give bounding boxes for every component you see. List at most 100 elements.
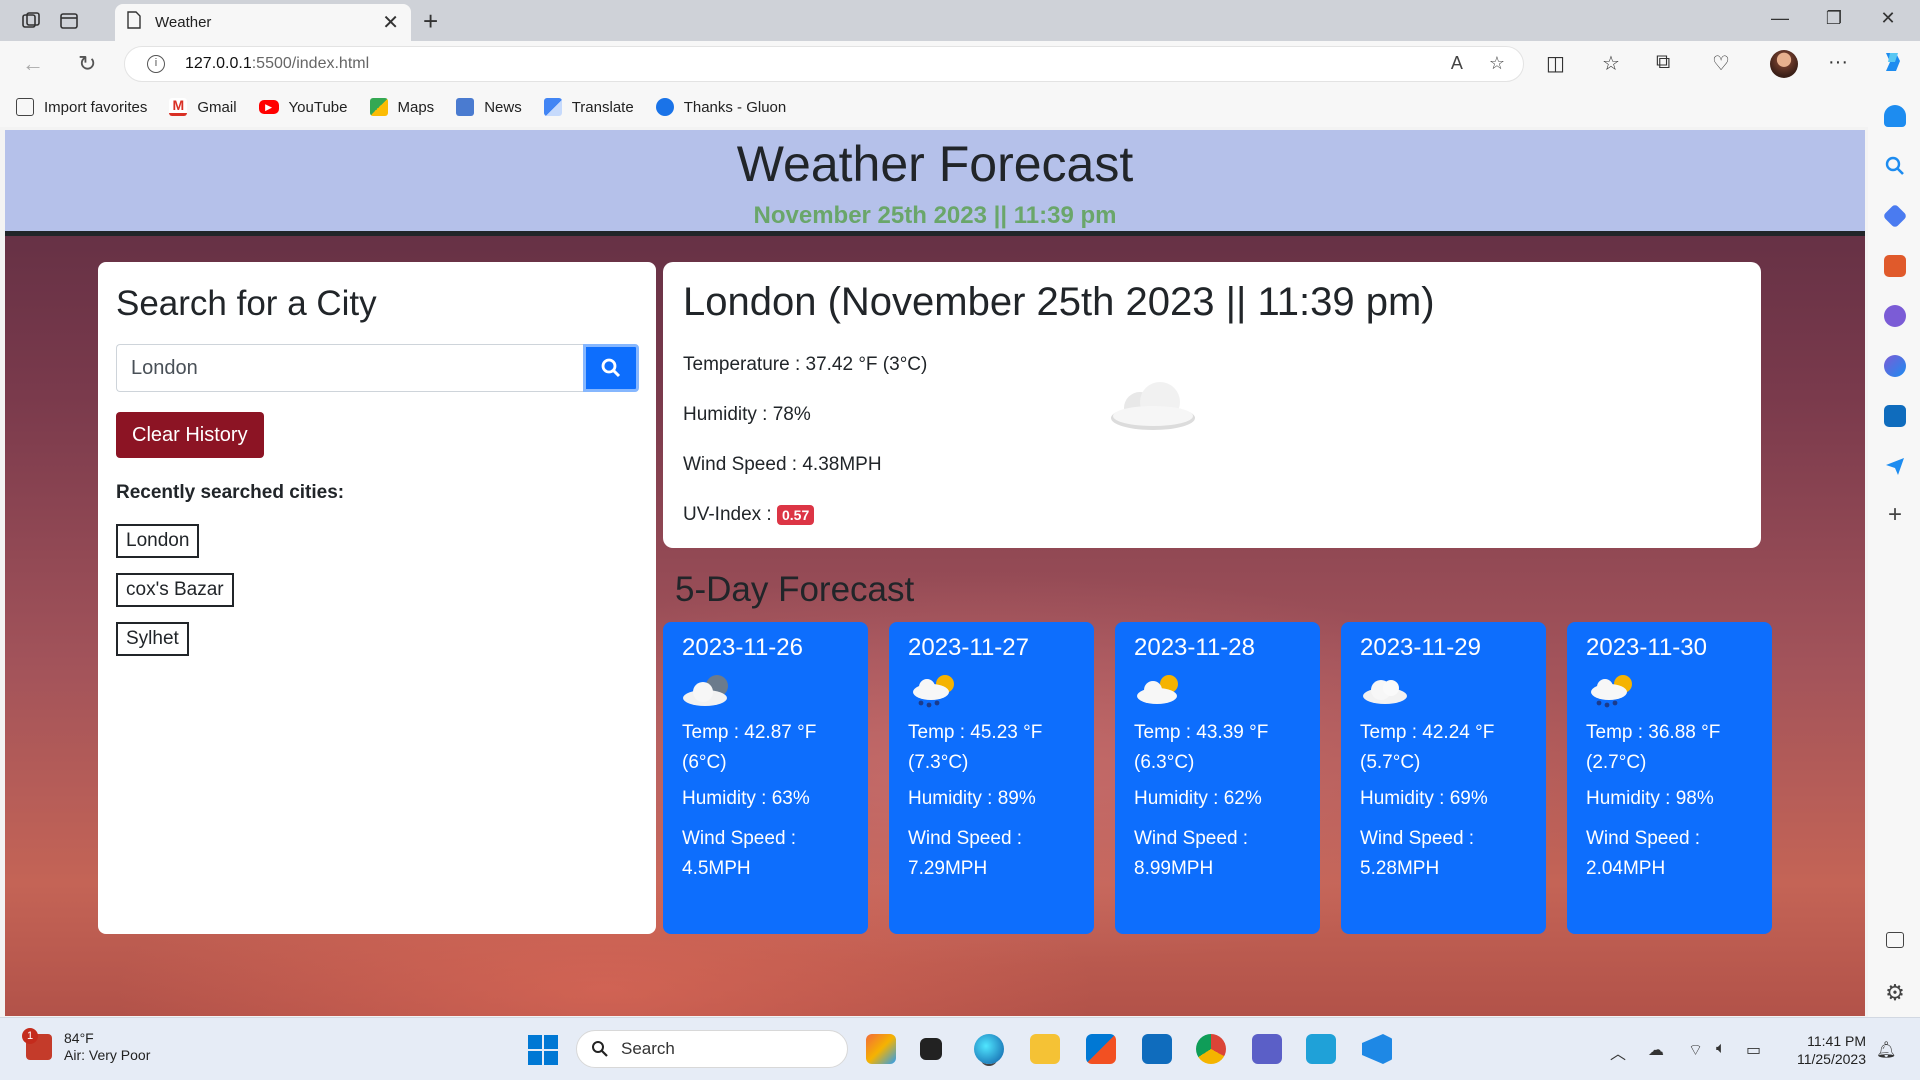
profile-avatar[interactable]	[1770, 50, 1798, 78]
games-icon[interactable]	[1884, 305, 1906, 327]
tab-weather[interactable]: Weather ✕	[115, 4, 411, 41]
restore-icon[interactable]: ❐	[1814, 8, 1854, 29]
tab-actions-icon[interactable]	[56, 8, 82, 34]
volume-icon[interactable]: 🔈︎	[1716, 1040, 1726, 1058]
forecast-wind: Wind Speed : 7.29MPH	[908, 828, 1023, 879]
url-field[interactable]: i 127.0.0.1:5500/index.html A ☆	[124, 46, 1524, 82]
settings-icon[interactable]: ⚙	[1884, 982, 1906, 1004]
onedrive-icon[interactable]: ☁	[1648, 1040, 1664, 1060]
collections-icon[interactable]: ⧉	[1656, 51, 1670, 74]
copilot-app-icon[interactable]	[866, 1034, 896, 1064]
tab-title: Weather	[155, 14, 212, 31]
current-humidity: Humidity : 78%	[683, 404, 811, 425]
wifi-icon[interactable]: ⌔	[1688, 1040, 1703, 1060]
vscode-icon[interactable]	[1362, 1034, 1392, 1064]
current-temperature: Temperature : 37.42 °F (3°C)	[683, 354, 928, 375]
page-header: Weather Forecast November 25th 2023 || 1…	[5, 130, 1865, 236]
shopping-icon[interactable]	[1882, 203, 1908, 229]
remote-desktop-icon[interactable]	[1306, 1034, 1336, 1064]
weather-widget[interactable]: 1 84°F Air: Very Poor	[22, 1028, 151, 1064]
close-window-icon[interactable]: ✕	[1868, 8, 1908, 29]
history-city-button[interactable]: London	[116, 524, 200, 558]
clear-history-button[interactable]: Clear History	[116, 412, 264, 458]
system-clock[interactable]: 11:41 PM 11/25/2023	[1780, 1032, 1866, 1068]
battery-icon[interactable]: ▭	[1746, 1040, 1761, 1060]
minimize-icon[interactable]: —	[1760, 8, 1800, 29]
outlook-icon[interactable]	[1884, 405, 1906, 427]
back-icon[interactable]: ←	[22, 51, 44, 77]
uv-label: UV-Index :	[683, 504, 772, 525]
address-bar-row: ← ↻ i 127.0.0.1:5500/index.html A ☆ ◫ ☆ …	[0, 41, 1920, 87]
split-screen-icon[interactable]: ◫	[1546, 51, 1565, 76]
workspaces-icon[interactable]	[18, 8, 44, 34]
new-tab-icon[interactable]: +	[423, 6, 438, 37]
weather-air-quality: Air: Very Poor	[64, 1047, 151, 1063]
history-city-button[interactable]: cox's Bazar	[116, 573, 234, 607]
forecast-card: 2023-11-28 Temp : 43.39 °F (6.3°C) Humid…	[1115, 622, 1320, 934]
search-button[interactable]	[583, 344, 639, 392]
forecast-card: 2023-11-30 Temp : 36.88 °F (2.7°C) Humid…	[1567, 622, 1772, 934]
chrome-icon[interactable]	[1196, 1034, 1226, 1064]
fav-translate[interactable]: Translate	[543, 98, 634, 116]
forecast-card: 2023-11-29 Temp : 42.24 °F (5.7°C) Humid…	[1341, 622, 1546, 934]
search-icon[interactable]	[1884, 155, 1906, 177]
forecast-humidity: Humidity : 98%	[1586, 788, 1714, 809]
info-icon[interactable]: i	[147, 55, 165, 73]
cloud-icon	[1108, 380, 1198, 439]
recent-cities-label: Recently searched cities:	[116, 482, 345, 503]
gmail-icon: M	[169, 98, 188, 116]
tools-icon[interactable]	[1884, 255, 1906, 277]
notification-bell-icon[interactable]: 🔔︎	[1876, 1040, 1896, 1060]
microsoft-365-icon[interactable]	[1884, 355, 1906, 377]
favorite-star-icon[interactable]: ☆	[1489, 53, 1505, 74]
more-options-icon[interactable]: ···	[1828, 51, 1848, 74]
search-heading: Search for a City	[116, 284, 377, 323]
send-icon[interactable]	[1884, 455, 1906, 477]
city-search-input[interactable]	[116, 344, 583, 392]
forecast-wind: Wind Speed : 2.04MPH	[1586, 828, 1701, 879]
microsoft-store-icon[interactable]	[1086, 1034, 1116, 1064]
favorites-icon[interactable]: ☆	[1602, 51, 1620, 76]
fav-gmail[interactable]: M Gmail	[169, 98, 237, 116]
edge-app-icon[interactable]	[974, 1034, 1004, 1064]
forecast-humidity: Humidity : 62%	[1134, 788, 1262, 809]
notifications-icon[interactable]	[1884, 105, 1906, 127]
teams-icon[interactable]	[1252, 1034, 1282, 1064]
search-row	[116, 344, 639, 392]
browser-essentials-icon[interactable]: ♡	[1712, 51, 1730, 76]
forecast-wind: Wind Speed : 4.5MPH	[682, 828, 797, 879]
search-icon	[601, 358, 621, 378]
page-viewport: Weather Forecast November 25th 2023 || 1…	[5, 130, 1865, 1016]
forecast-date: 2023-11-30	[1586, 634, 1707, 661]
file-explorer-icon[interactable]	[1030, 1034, 1060, 1064]
read-aloud-icon[interactable]: A	[1451, 53, 1463, 74]
favorites-bar: Import favorites M Gmail ▶ YouTube Maps …	[0, 87, 1868, 127]
copilot-icon[interactable]	[1880, 49, 1906, 81]
import-icon	[16, 98, 34, 116]
close-tab-icon[interactable]: ✕	[382, 10, 399, 35]
forecast-humidity: Humidity : 89%	[908, 788, 1036, 809]
history-city-button[interactable]: Sylhet	[116, 622, 189, 656]
task-view-icon[interactable]	[920, 1038, 942, 1060]
fav-import-favorites[interactable]: Import favorites	[16, 98, 147, 116]
chevron-up-icon[interactable]: ︿	[1610, 1040, 1626, 1064]
add-icon[interactable]: +	[1884, 503, 1906, 527]
forecast-wind: Wind Speed : 5.28MPH	[1360, 828, 1475, 879]
start-button[interactable]	[528, 1035, 558, 1065]
weather-widget-icon: 1	[22, 1028, 52, 1060]
fav-youtube[interactable]: ▶ YouTube	[258, 99, 348, 116]
forecast-temp: Temp : 42.87 °F (6°C)	[682, 722, 817, 773]
forecast-title: 5-Day Forecast	[675, 570, 915, 609]
browser-tab-bar: Weather ✕ + — ❐ ✕	[0, 0, 1920, 41]
forecast-date: 2023-11-26	[682, 634, 803, 661]
sidebar-toggle-icon[interactable]	[1886, 932, 1904, 948]
fav-thanks-gluon[interactable]: Thanks - Gluon	[655, 98, 786, 116]
mail-icon[interactable]	[1142, 1034, 1172, 1064]
clock-time: 11:41 PM	[1807, 1033, 1866, 1049]
fav-maps[interactable]: Maps	[369, 98, 434, 116]
search-icon	[592, 1041, 608, 1057]
fav-news[interactable]: News	[456, 98, 522, 116]
current-wind-speed: Wind Speed : 4.38MPH	[683, 454, 882, 475]
refresh-icon[interactable]: ↻	[78, 51, 96, 77]
taskbar-search[interactable]: Search	[576, 1030, 848, 1068]
